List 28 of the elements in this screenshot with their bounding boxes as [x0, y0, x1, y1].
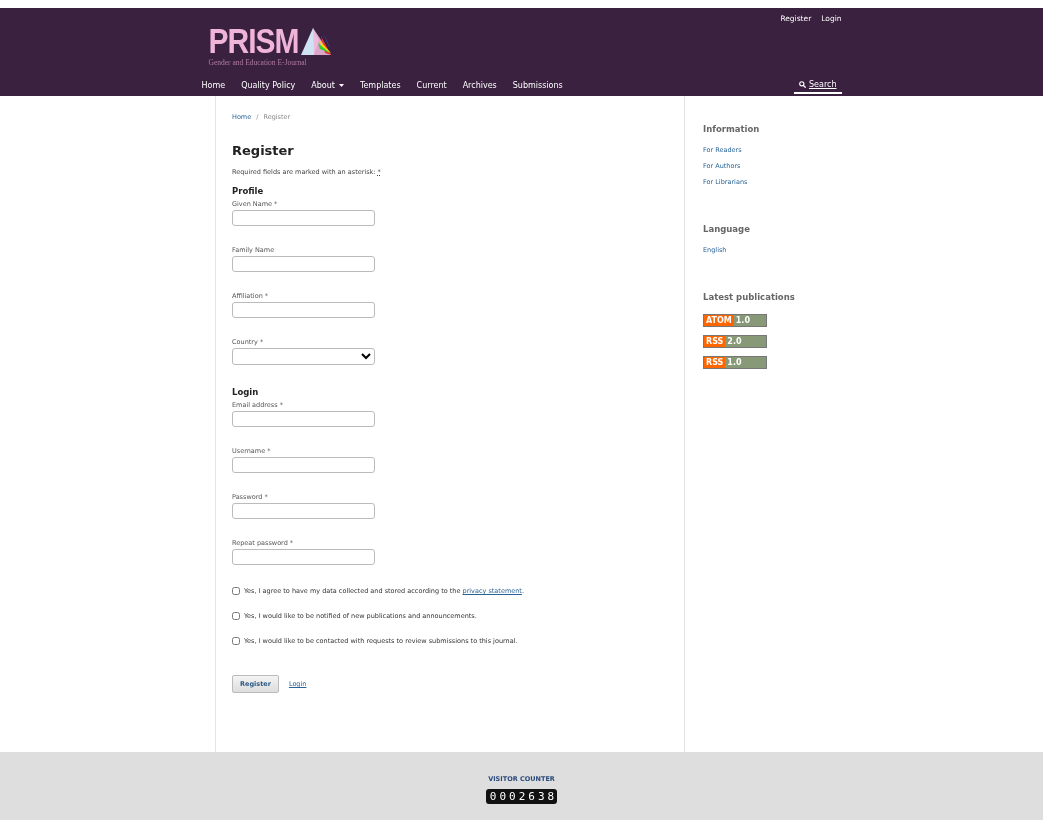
search-icon [799, 81, 806, 88]
nav-link[interactable]: Submissions [512, 80, 563, 90]
country-select[interactable] [232, 348, 375, 365]
consent-checkbox[interactable] [232, 587, 240, 595]
sidebar-heading: Latest publications [703, 292, 796, 302]
consent-checkbox[interactable] [232, 637, 240, 645]
sidebar-heading: Language [703, 224, 751, 234]
input-field[interactable] [232, 503, 375, 519]
search-link[interactable]: Search [794, 76, 842, 94]
input-field[interactable] [232, 411, 375, 427]
page-title: Register [232, 143, 295, 158]
input-field[interactable] [232, 302, 375, 318]
input-field[interactable] [232, 256, 375, 272]
nav-link[interactable]: Home [201, 80, 226, 90]
nav-link[interactable]: Archives [462, 80, 497, 90]
visitor-counter: 0002638 [485, 788, 558, 804]
input-field[interactable] [232, 210, 375, 226]
nav-link[interactable]: About [311, 80, 344, 90]
logo-text[interactable]: PRISM [208, 23, 299, 59]
nav-link[interactable]: Current [416, 80, 447, 90]
input-field[interactable] [232, 457, 375, 473]
nav-link[interactable]: Quality Policy [241, 80, 296, 90]
input-field[interactable] [232, 549, 375, 565]
section-heading: Login [232, 387, 260, 397]
nav-link[interactable]: Templates [359, 80, 401, 90]
sidebar-heading: Information [703, 124, 761, 134]
section-heading: Profile [232, 186, 265, 196]
consent-checkbox[interactable] [232, 612, 240, 620]
